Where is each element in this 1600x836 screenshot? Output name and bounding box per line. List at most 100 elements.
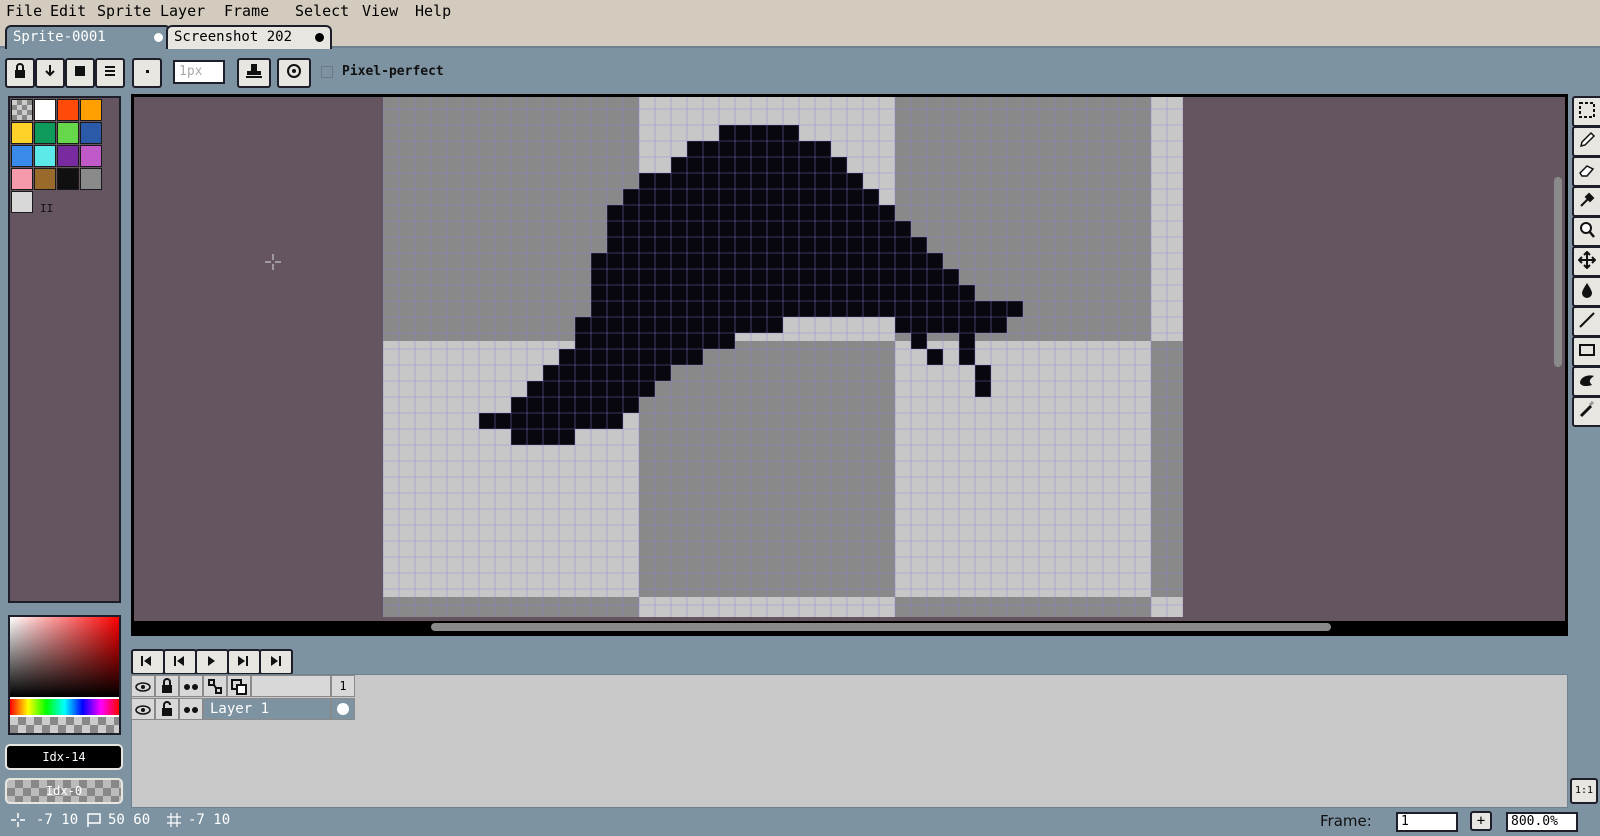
palette-swatch[interactable] xyxy=(80,122,102,144)
rectangle-icon xyxy=(1579,344,1595,356)
spray-target-button[interactable] xyxy=(277,58,311,88)
palette-swatch[interactable] xyxy=(34,145,56,167)
tab-sprite-0001[interactable]: Sprite-0001 xyxy=(5,25,171,49)
sprite-pixel-run xyxy=(975,365,991,381)
zoom-input[interactable]: 800.0% xyxy=(1506,812,1578,832)
eyedropper-icon xyxy=(1580,192,1595,207)
palette-swatch[interactable] xyxy=(11,145,33,167)
menu-sprite[interactable]: Sprite xyxy=(97,2,151,20)
palette-swatch[interactable] xyxy=(34,122,56,144)
contour-icon xyxy=(1580,375,1594,387)
tool-zoom[interactable] xyxy=(1572,216,1600,247)
menu-bar: File Edit Sprite Layer Frame Select View… xyxy=(0,0,1600,24)
fg-color-indicator[interactable]: Idx-14 xyxy=(5,744,123,770)
tab-screenshot[interactable]: Screenshot 202 xyxy=(166,25,332,49)
cel-dot-icon xyxy=(337,703,349,715)
grid-position-value: -7 10 xyxy=(188,812,231,828)
sprite-size-icon xyxy=(87,813,101,827)
blur-icon xyxy=(1579,401,1595,418)
next-frame-button[interactable] xyxy=(227,649,261,675)
layer-lock-toggle[interactable] xyxy=(155,698,179,720)
horizontal-scrollbar-thumb[interactable] xyxy=(431,623,1331,631)
header-onion-skin[interactable] xyxy=(203,675,227,697)
tool-fill[interactable] xyxy=(1572,276,1600,307)
header-visibility[interactable] xyxy=(131,675,155,697)
sprite-pixel-run xyxy=(687,141,831,157)
brush-size-input[interactable]: 1px xyxy=(173,60,225,84)
frame-header-1[interactable]: 1 xyxy=(331,675,355,697)
sprite-pixel-run xyxy=(719,125,799,141)
saturation-value-area[interactable] xyxy=(10,617,119,697)
sprite-pixel-run xyxy=(575,317,783,333)
frame-input[interactable]: 1 xyxy=(1396,812,1458,832)
tab-label: Sprite-0001 xyxy=(13,29,106,45)
ink-mode-button[interactable] xyxy=(65,58,95,88)
options-button[interactable] xyxy=(95,58,125,88)
sprite-canvas[interactable] xyxy=(383,97,1183,617)
tab-close-dot-icon[interactable] xyxy=(315,33,324,42)
hue-slider[interactable] xyxy=(10,699,119,715)
sprite-pixel-run xyxy=(895,317,1007,333)
tool-rectangle[interactable] xyxy=(1572,336,1600,367)
tool-eraser[interactable] xyxy=(1572,156,1600,187)
palette-swatch[interactable] xyxy=(11,191,33,213)
vertical-scrollbar-thumb[interactable] xyxy=(1554,177,1562,367)
palette-swatch[interactable] xyxy=(80,145,102,167)
palette-swatch[interactable] xyxy=(57,168,79,190)
tool-blur[interactable] xyxy=(1572,396,1600,427)
header-lock[interactable] xyxy=(155,675,179,697)
tool-move[interactable] xyxy=(1572,246,1600,277)
stamp-button[interactable] xyxy=(237,58,271,88)
layer-name[interactable]: Layer 1 xyxy=(203,698,331,720)
last-frame-button[interactable] xyxy=(259,649,293,675)
prev-frame-button[interactable] xyxy=(163,649,197,675)
palette-swatch[interactable] xyxy=(34,168,56,190)
lock-alpha-button[interactable] xyxy=(5,58,35,88)
menu-edit[interactable]: Edit xyxy=(50,2,86,20)
tool-rect-marquee[interactable] xyxy=(1572,96,1600,127)
header-continuous[interactable] xyxy=(179,675,203,697)
palette-swatch[interactable] xyxy=(34,99,56,121)
brush-type-button[interactable] xyxy=(132,58,162,88)
frame-label: Frame: xyxy=(1320,812,1372,830)
pixel-perfect-checkbox[interactable] xyxy=(321,66,333,78)
tool-eyedropper[interactable] xyxy=(1572,186,1600,217)
tool-line[interactable] xyxy=(1572,306,1600,337)
cel-frame-1[interactable] xyxy=(331,698,355,720)
prev-frame-icon xyxy=(174,656,184,666)
menu-file[interactable]: File xyxy=(6,2,42,20)
menu-select[interactable]: Select xyxy=(295,2,349,20)
palette-swatch[interactable] xyxy=(57,145,79,167)
palette-swatch[interactable] xyxy=(57,99,79,121)
layer-visibility-toggle[interactable] xyxy=(131,698,155,720)
menu-help[interactable]: Help xyxy=(415,2,451,20)
palette-swatch[interactable] xyxy=(80,168,102,190)
canvas-viewport[interactable] xyxy=(131,94,1568,636)
bg-color-indicator[interactable]: Idx-0 xyxy=(5,778,123,804)
zoom-reset-button[interactable]: 1:1 xyxy=(1570,778,1598,804)
color-picker[interactable] xyxy=(8,615,121,735)
layer-continuous-toggle[interactable] xyxy=(179,698,203,720)
alpha-slider[interactable] xyxy=(10,717,119,733)
header-reference[interactable] xyxy=(227,675,251,697)
menu-view[interactable]: View xyxy=(362,2,398,20)
palette-swatch[interactable] xyxy=(11,168,33,190)
tab-close-dot-icon[interactable] xyxy=(154,33,163,42)
add-frame-button[interactable]: + xyxy=(1470,811,1492,831)
first-frame-button[interactable] xyxy=(131,649,165,675)
palette-swatch[interactable] xyxy=(80,99,102,121)
palette-swatch[interactable] xyxy=(57,122,79,144)
sprite-pixel-run xyxy=(591,301,1023,317)
tool-contour[interactable] xyxy=(1572,366,1600,397)
play-button[interactable] xyxy=(195,649,229,675)
tool-pencil[interactable] xyxy=(1572,126,1600,157)
ink-down-button[interactable] xyxy=(35,58,65,88)
palette-swatch[interactable] xyxy=(11,99,33,121)
menu-frame[interactable]: Frame xyxy=(224,2,269,20)
first-frame-icon xyxy=(141,656,151,666)
lock-icon xyxy=(162,678,172,693)
palette-swatch[interactable] xyxy=(11,122,33,144)
pixel-perfect-label: Pixel-perfect xyxy=(342,64,444,79)
square-icon xyxy=(75,66,85,76)
menu-layer[interactable]: Layer xyxy=(160,2,205,20)
